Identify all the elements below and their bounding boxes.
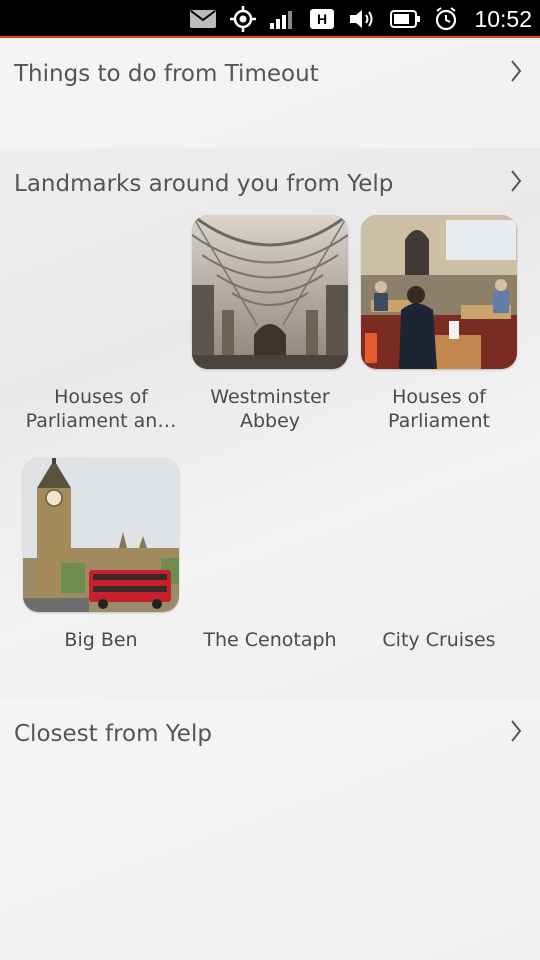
big-ben-image	[23, 458, 179, 612]
signal-icon	[270, 9, 296, 29]
network-type-icon: H	[310, 9, 335, 29]
svg-text:H: H	[317, 11, 327, 27]
battery-icon	[390, 10, 421, 28]
timeout-section-title: Things to do from Timeout	[14, 61, 319, 87]
mail-icon	[190, 10, 217, 28]
chevron-right-icon	[510, 719, 522, 749]
landmark-tile[interactable]: The Cenotaph	[192, 458, 348, 658]
landmark-label: Houses of Parliament an…	[25, 386, 177, 432]
alarm-icon	[434, 7, 458, 31]
landmark-tile[interactable]: Big Ben	[23, 458, 179, 658]
landmark-tile[interactable]: Houses of Parliament an…	[23, 215, 179, 435]
closest-section-title: Closest from Yelp	[14, 721, 212, 747]
landmark-label: Big Ben	[64, 629, 138, 651]
landmark-label: Westminster Abbey	[210, 386, 330, 432]
landmark-label: The Cenotaph	[203, 629, 337, 651]
location-icon	[230, 6, 257, 32]
chevron-right-icon	[510, 169, 522, 199]
landmark-tile[interactable]: Westminster Abbey	[192, 215, 348, 435]
chevron-right-icon	[510, 59, 522, 89]
landmark-tile[interactable]: City Cruises	[361, 458, 517, 658]
clock: 10:52	[474, 5, 532, 32]
landmark-label: City Cruises	[382, 629, 496, 651]
timeout-section-header[interactable]: Things to do from Timeout	[0, 38, 540, 110]
westminster-abbey-image	[192, 215, 348, 369]
houses-of-parliament-image	[361, 215, 517, 369]
closest-section-header[interactable]: Closest from Yelp	[0, 698, 540, 770]
landmarks-section-title: Landmarks around you from Yelp	[14, 171, 394, 197]
landmark-tile[interactable]: Houses of Parliament	[361, 215, 517, 435]
landmarks-section-header[interactable]: Landmarks around you from Yelp	[0, 148, 540, 220]
volume-icon	[348, 8, 376, 30]
status-bar: H 10:52	[0, 0, 540, 38]
landmark-label: Houses of Parliament	[388, 386, 490, 432]
